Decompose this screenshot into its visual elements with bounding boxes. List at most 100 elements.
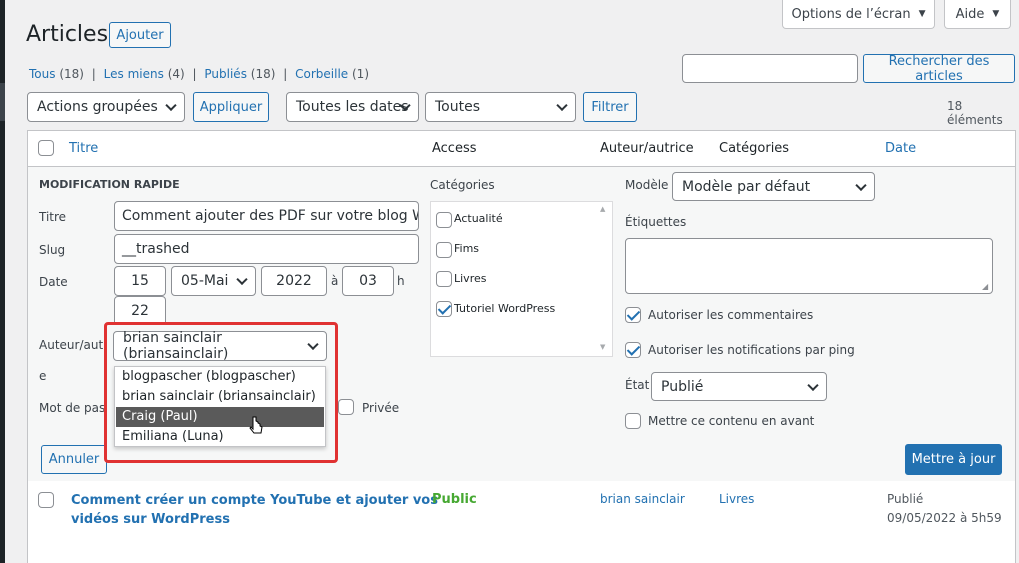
cursor-icon <box>249 416 263 434</box>
filter-all[interactable]: Tous <box>29 67 56 81</box>
month-select[interactable]: 05-Mai <box>171 266 256 296</box>
page-title: Articles <box>26 22 109 47</box>
row-checkbox[interactable] <box>38 492 54 508</box>
allow-comments-label: Autoriser les commentaires <box>648 308 814 322</box>
scrollbar-down-arrow[interactable]: ▼ <box>600 343 605 351</box>
post-author-link[interactable]: brian sainclair <box>600 492 685 506</box>
table-header <box>27 130 1016 167</box>
private-checkbox[interactable] <box>338 399 354 415</box>
chevron-down-icon: ▼ <box>992 9 1000 19</box>
category-checkbox-actualite[interactable] <box>436 212 452 228</box>
search-input[interactable] <box>682 54 858 83</box>
filter-button[interactable]: Filtrer <box>583 92 637 122</box>
category-filter-select[interactable]: Toutes <box>425 92 576 122</box>
template-value: Modèle par défaut <box>682 178 811 195</box>
select-all-checkbox[interactable] <box>38 140 54 156</box>
quick-edit-heading: MODIFICATION RAPIDE <box>39 178 180 191</box>
separator: | <box>283 67 288 81</box>
author-option-selected[interactable]: Craig (Paul) <box>116 407 324 427</box>
column-categories: Catégories <box>719 141 790 156</box>
bulk-actions-select[interactable]: Actions groupées <box>27 92 185 122</box>
separator: | <box>192 67 197 81</box>
column-title[interactable]: Titre <box>69 141 98 156</box>
separator: | <box>91 67 96 81</box>
filter-mine-count: (4) <box>167 67 185 81</box>
post-title-line: Comment créer un compte YouTube et ajout… <box>71 493 438 508</box>
date-filter-value: Toutes les dates <box>296 99 409 115</box>
sticky-label: Mettre ce contenu en avant <box>648 414 815 428</box>
screen-options-label: Options de l’écran <box>791 6 911 22</box>
date-label: Date <box>39 275 68 289</box>
category-checkbox-fims[interactable] <box>436 242 452 258</box>
allow-comments-checkbox[interactable] <box>625 307 641 323</box>
filter-trash[interactable]: Corbeille <box>295 67 348 81</box>
help-label: Aide <box>955 6 985 22</box>
post-title-link[interactable]: Comment créer un compte YouTube et ajout… <box>71 491 438 529</box>
template-label: Modèle <box>625 178 669 192</box>
status-filters: Tous (18) | Les miens (4) | Publiés (18)… <box>29 67 369 81</box>
filter-published[interactable]: Publiés <box>204 67 247 81</box>
status-select[interactable]: Publié <box>651 372 827 401</box>
category-filter-value: Toutes <box>435 99 481 115</box>
chevron-down-icon <box>236 273 248 286</box>
chevron-down-icon: ▼ <box>918 9 926 19</box>
tags-textarea[interactable] <box>625 238 993 294</box>
title-label: Titre <box>39 210 67 224</box>
allow-pings-checkbox[interactable] <box>625 342 641 358</box>
template-select[interactable]: Modèle par défaut <box>672 172 875 201</box>
author-select[interactable]: brian sainclair (briansainclair) <box>113 330 327 362</box>
filter-all-count: (18) <box>59 67 84 81</box>
filter-mine[interactable]: Les miens <box>104 67 164 81</box>
add-new-button[interactable]: Ajouter <box>109 22 171 48</box>
author-option[interactable]: blogpascher (blogpascher) <box>116 367 324 387</box>
scrollbar-up-arrow[interactable]: ▲ <box>600 205 605 213</box>
day-input[interactable]: 15 <box>114 266 166 296</box>
title-input[interactable]: Comment ajouter des PDF sur votre blog W… <box>114 201 419 231</box>
category-checkbox-livres[interactable] <box>436 271 452 287</box>
category-checkbox-tutoriel[interactable] <box>436 301 452 317</box>
hour-suffix: h <box>397 274 405 288</box>
chevron-down-icon <box>807 379 819 391</box>
sticky-checkbox[interactable] <box>625 413 641 429</box>
column-date[interactable]: Date <box>885 141 916 156</box>
status-value: Publié <box>661 378 704 395</box>
author-option[interactable]: brian sainclair (briansainclair) <box>116 387 324 407</box>
categories-label: Catégories <box>430 178 495 192</box>
help-tab[interactable]: Aide ▼ <box>944 0 1011 29</box>
column-author: Auteur/autrice <box>600 141 694 156</box>
bulk-actions-value: Actions groupées <box>37 99 158 115</box>
author-label-text: Auteur/autrice <box>39 338 107 352</box>
filter-published-count: (18) <box>250 67 276 81</box>
date-filter-select[interactable]: Toutes les dates <box>286 92 419 122</box>
password-label-extra: e <box>39 369 47 383</box>
password-label: Mot de passe <box>39 401 111 415</box>
chevron-down-icon <box>855 179 867 191</box>
post-date: 09/05/2022 à 5h59 <box>887 511 1002 525</box>
author-value: brian sainclair (briansainclair) <box>123 330 229 362</box>
post-category-link[interactable]: Livres <box>719 492 754 506</box>
post-title-line: vidéos sur WordPress <box>71 512 230 527</box>
column-access: Access <box>432 141 477 156</box>
year-input[interactable]: 2022 <box>261 266 327 296</box>
month-value: 05-Mai <box>181 273 229 289</box>
screen-options-tab[interactable]: Options de l’écran ▼ <box>782 0 935 29</box>
category-label: Actualité <box>454 212 503 225</box>
at-label: à <box>331 274 339 288</box>
private-label: Privée <box>362 401 400 415</box>
hour-input[interactable]: 03 <box>342 266 394 296</box>
post-access: Public <box>432 492 477 507</box>
resize-grip-icon[interactable]: ◢ <box>982 282 988 291</box>
author-label: Auteur/autrice <box>39 338 107 352</box>
admin-sidebar-marker <box>0 83 5 121</box>
apply-button[interactable]: Appliquer <box>193 92 269 122</box>
author-option[interactable]: Emiliana (Luna) <box>116 427 324 447</box>
search-button[interactable]: Rechercher des articles <box>863 54 1015 84</box>
items-count: 18 éléments <box>947 99 1003 127</box>
category-label: Fims <box>454 242 480 255</box>
filter-trash-count: (1) <box>352 67 369 81</box>
cancel-button[interactable]: Annuler <box>41 445 107 474</box>
update-button[interactable]: Mettre à jour <box>905 444 1002 475</box>
chevron-down-icon <box>165 99 177 112</box>
slug-input[interactable]: __trashed <box>114 234 419 264</box>
post-status: Publié <box>887 492 924 506</box>
